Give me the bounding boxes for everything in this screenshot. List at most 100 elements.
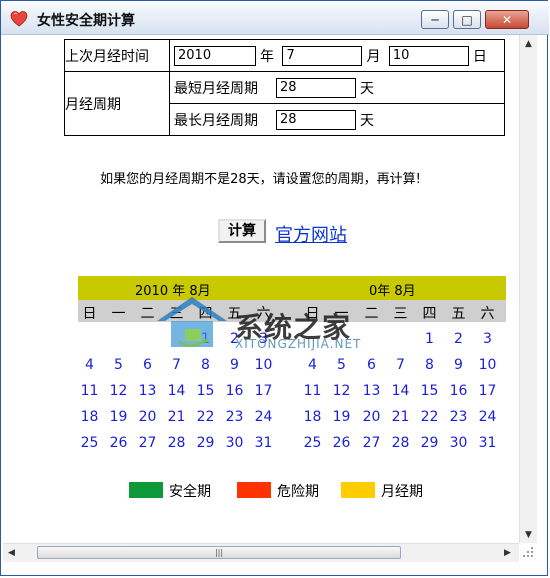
legend-safe-swatch	[129, 482, 163, 498]
right-calendar-day[interactable]: 3	[473, 331, 502, 347]
left-calendar-day[interactable]: 18	[75, 409, 104, 425]
left-calendar-day[interactable]: 19	[104, 409, 133, 425]
shortest-cycle-input[interactable]: 28	[276, 77, 356, 98]
left-calendar-day[interactable]: 6	[133, 357, 162, 373]
left-calendar-day[interactable]: 10	[249, 357, 278, 373]
left-calendar-day[interactable]: 9	[220, 357, 249, 373]
right-calendar-day[interactable]: 7	[386, 357, 415, 373]
left-calendar-day[interactable]: 26	[104, 435, 133, 451]
right-calendar-day[interactable]: 4	[298, 357, 327, 373]
period-form: 上次月经时间 2010 年 7月 10 日 月经周期 最短月经周期 28 天 最…	[64, 39, 505, 136]
right-calendar-day[interactable]: 8	[415, 357, 444, 373]
left-calendar-day[interactable]: 21	[162, 409, 191, 425]
right-calendar-day[interactable]: 11	[298, 383, 327, 399]
right-calendar-day[interactable]: 19	[327, 409, 356, 425]
right-calendar-day[interactable]: 21	[386, 409, 415, 425]
left-calendar-day[interactable]: 8	[191, 357, 220, 373]
legend-period-label: 月经期	[381, 484, 423, 500]
longest-cycle-input[interactable]: 28	[276, 109, 356, 130]
last-period-label: 上次月经时间	[65, 48, 149, 65]
scroll-right-icon[interactable]: ▶	[499, 544, 516, 561]
instruction-message: 如果您的月经周期不是28天，请设置您的周期，再计算!	[100, 172, 421, 187]
year-unit: 年	[260, 48, 274, 65]
right-calendar-day[interactable]: 29	[415, 435, 444, 451]
year-input[interactable]: 2010	[174, 45, 256, 66]
cycle-label: 月经周期	[65, 96, 121, 113]
day-unit: 日	[472, 48, 487, 65]
right-calendar-day[interactable]: 26	[327, 435, 356, 451]
left-calendar-day[interactable]: 15	[191, 383, 220, 399]
left-calendar-day[interactable]: 17	[249, 383, 278, 399]
left-calendar-day[interactable]: 4	[75, 357, 104, 373]
shortest-cycle-label: 最短月经周期	[174, 80, 258, 97]
right-calendar-day[interactable]: 2	[444, 331, 473, 347]
right-calendar-day[interactable]: 25	[298, 435, 327, 451]
right-calendar-day[interactable]: 15	[415, 383, 444, 399]
right-calendar-day[interactable]: 30	[444, 435, 473, 451]
right-calendar-day[interactable]: 9	[444, 357, 473, 373]
horizontal-scrollbar[interactable]: ◀ ||| ▶	[3, 543, 519, 562]
heart-icon	[10, 11, 28, 27]
left-calendar-day[interactable]: 22	[191, 409, 220, 425]
resize-grip-icon[interactable]	[521, 545, 535, 559]
left-calendar-day[interactable]: 11	[75, 383, 104, 399]
left-calendar-day[interactable]: 13	[133, 383, 162, 399]
left-calendar-day[interactable]: 25	[75, 435, 104, 451]
right-calendar-day[interactable]: 23	[444, 409, 473, 425]
left-calendar-day[interactable]: 29	[191, 435, 220, 451]
horizontal-scroll-thumb[interactable]: |||	[37, 546, 401, 559]
scroll-left-icon[interactable]: ◀	[3, 544, 20, 561]
legend-safe-label: 安全期	[169, 484, 211, 500]
month-input[interactable]: 7	[282, 45, 363, 66]
left-calendar-day[interactable]: 23	[220, 409, 249, 425]
window-title: 女性安全期计算	[37, 13, 135, 29]
right-calendar-day[interactable]: 1	[415, 331, 444, 347]
right-calendar-day[interactable]: 6	[357, 357, 386, 373]
left-calendar-day[interactable]: 27	[133, 435, 162, 451]
right-weekday-header: 四	[422, 306, 437, 322]
official-website-link[interactable]: 官方网站	[275, 221, 347, 247]
left-calendar-day[interactable]: 20	[133, 409, 162, 425]
right-calendar-day[interactable]: 5	[327, 357, 356, 373]
right-calendar-day[interactable]: 22	[415, 409, 444, 425]
calculate-button[interactable]: 计算	[218, 219, 266, 243]
left-calendar-day[interactable]: 7	[162, 357, 191, 373]
right-calendar-day[interactable]: 14	[386, 383, 415, 399]
right-weekday-header: 六	[480, 306, 495, 322]
shortest-cycle-unit: 天	[360, 80, 374, 97]
minimize-button[interactable]: ─	[421, 10, 449, 29]
left-calendar-day[interactable]: 5	[104, 357, 133, 373]
longest-input-cell: 28 天	[270, 103, 505, 136]
left-calendar-day[interactable]: 16	[220, 383, 249, 399]
right-calendar-day[interactable]: 13	[357, 383, 386, 399]
right-calendar-day[interactable]: 17	[473, 383, 502, 399]
left-calendar-day[interactable]: 12	[104, 383, 133, 399]
right-calendar-day[interactable]: 16	[444, 383, 473, 399]
title-bar[interactable]: 女性安全期计算 ─ □ ✕	[1, 1, 549, 35]
close-button[interactable]: ✕	[485, 10, 529, 29]
shortest-input-cell: 28 天	[270, 71, 505, 104]
maximize-icon: □	[461, 12, 473, 27]
day-input[interactable]: 10	[388, 45, 469, 66]
left-calendar-day[interactable]: 24	[249, 409, 278, 425]
right-calendar-day[interactable]: 18	[298, 409, 327, 425]
longest-label-cell: 最长月经周期	[169, 103, 270, 136]
right-calendar-day[interactable]: 10	[473, 357, 502, 373]
right-calendar-day[interactable]: 12	[327, 383, 356, 399]
maximize-button[interactable]: □	[453, 10, 481, 29]
scroll-up-icon[interactable]: ▲	[520, 35, 537, 52]
left-calendar-day[interactable]: 14	[162, 383, 191, 399]
longest-cycle-unit: 天	[360, 112, 374, 129]
left-calendar-day[interactable]: 28	[162, 435, 191, 451]
left-calendar-day[interactable]: 31	[249, 435, 278, 451]
right-calendar-day[interactable]: 24	[473, 409, 502, 425]
scroll-down-icon[interactable]: ▼	[520, 526, 537, 543]
right-calendar-day[interactable]: 20	[357, 409, 386, 425]
month-unit: 月	[366, 48, 381, 65]
right-calendar-day[interactable]: 27	[357, 435, 386, 451]
right-calendar-day[interactable]: 28	[386, 435, 415, 451]
left-calendar-day[interactable]: 30	[220, 435, 249, 451]
vertical-scrollbar[interactable]: ▲ ▼	[519, 35, 537, 543]
cycle-label-cell: 月经周期	[64, 71, 170, 136]
right-calendar-day[interactable]: 31	[473, 435, 502, 451]
